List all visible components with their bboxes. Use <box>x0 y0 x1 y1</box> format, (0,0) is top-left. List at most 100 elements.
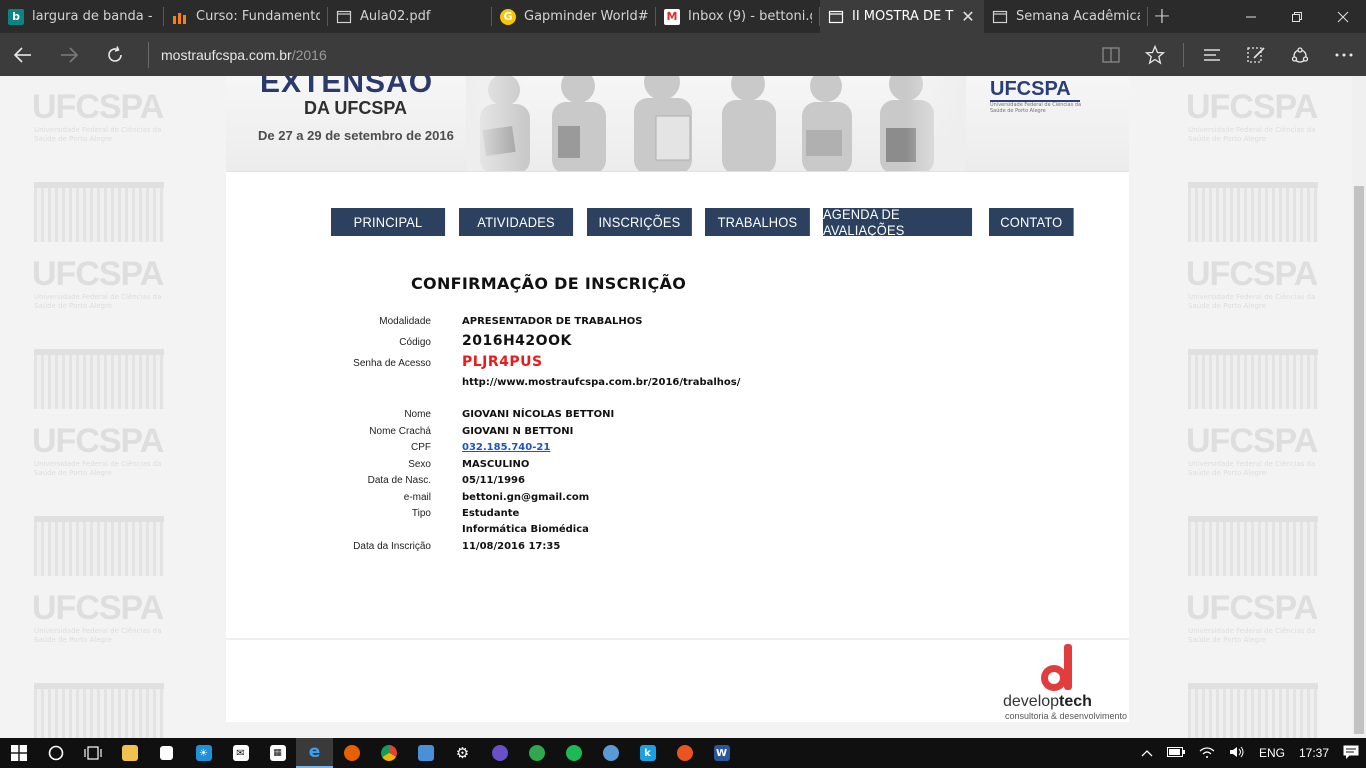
language-indicator[interactable]: ENG <box>1259 746 1285 760</box>
building-image <box>34 516 164 576</box>
mail-icon[interactable]: ✉ <box>222 738 259 768</box>
file-explorer-icon[interactable] <box>111 738 148 768</box>
favorite-star-icon[interactable] <box>1133 33 1177 76</box>
tab-semana[interactable]: Semana Acadêmica U <box>984 0 1148 33</box>
developtech-logo-icon <box>1041 644 1072 691</box>
label-tipo: Tipo <box>411 508 431 519</box>
menu-agenda-avaliacoes[interactable]: AGENDA DE AVALIAÇÕES <box>823 206 973 238</box>
vertical-scrollbar[interactable] <box>1352 76 1366 738</box>
battery-icon[interactable] <box>1166 746 1185 760</box>
restore-icon[interactable] <box>1274 0 1320 33</box>
tab-label: Gapminder World#$r <box>524 9 648 24</box>
app-blue-icon[interactable] <box>592 738 629 768</box>
tab-bing[interactable]: b largura de banda - Bi <box>0 0 164 33</box>
value-sexo: MASCULINO <box>462 459 530 470</box>
url-separator <box>148 41 149 68</box>
windows-start-icon[interactable] <box>0 738 37 768</box>
volume-icon[interactable] <box>1229 746 1245 761</box>
tab-label: Semana Acadêmica U <box>1016 9 1140 24</box>
spotify-icon[interactable] <box>555 738 592 768</box>
close-tab-icon[interactable]: ✕ <box>960 7 976 26</box>
edge-icon[interactable]: e <box>296 738 333 768</box>
tab-gapminder[interactable]: G Gapminder World#$r <box>492 0 656 33</box>
chrome-icon[interactable] <box>370 738 407 768</box>
students-photo <box>466 76 966 171</box>
web-note-icon[interactable] <box>1234 33 1278 76</box>
k-app-icon[interactable]: k <box>629 738 666 768</box>
developtech-brand[interactable]: developtech <box>1003 693 1092 711</box>
value-nasc: 05/11/1996 <box>462 475 525 486</box>
reading-view-icon[interactable] <box>1089 33 1133 76</box>
watermark-sub: Universidade Federal de Ciências da Saúd… <box>1188 627 1316 644</box>
tab-label: Inbox (9) - bettoni.gn <box>688 9 812 24</box>
tab-inbox[interactable]: M Inbox (9) - bettoni.gn <box>656 0 820 33</box>
watermark: UFCSPA Universidade Federal de Ciências d… <box>1186 243 1326 410</box>
word-icon[interactable]: W <box>703 738 740 768</box>
watermark-sub: Universidade Federal de Ciências da Saúd… <box>34 627 162 644</box>
firefox-icon[interactable] <box>333 738 370 768</box>
web-page: UFCSPA Universidade Federal de Ciências d… <box>0 76 1352 738</box>
moodle-icon <box>172 9 188 25</box>
banner-dates: De 27 a 29 de setembro de 2016 <box>258 128 454 143</box>
weather-icon[interactable]: ☀ <box>185 738 222 768</box>
url-path: /2016 <box>291 46 327 63</box>
brand-bold: tech <box>1059 693 1092 710</box>
refresh-icon[interactable] <box>92 33 138 76</box>
chevron-up-icon[interactable] <box>1141 746 1153 760</box>
action-center-icon[interactable] <box>1343 745 1359 762</box>
label-nome: Nome <box>404 409 431 420</box>
watermark: UFCSPA Universidade Federal de Ciências d… <box>32 76 172 243</box>
menu-trabalhos[interactable]: TRABALHOS <box>705 208 810 236</box>
tab-aula02[interactable]: Aula02.pdf <box>328 0 492 33</box>
row-inscricao: Data da Inscrição 11/08/2016 17:35 <box>226 541 1129 552</box>
cortana-icon[interactable] <box>37 738 74 768</box>
settings-gear-icon[interactable]: ⚙ <box>444 738 481 768</box>
building-image <box>1188 349 1318 409</box>
row-sexo: Sexo MASCULINO <box>226 459 1129 470</box>
url-field[interactable]: mostraufcspa.com.br/2016 <box>161 47 1089 63</box>
menu-atividades[interactable]: ATIVIDADES <box>459 208 574 236</box>
bing-icon: b <box>8 8 24 25</box>
watermark: UFCSPA Universidade Federal de Ciências d… <box>32 577 172 738</box>
gmail-icon: M <box>664 8 680 25</box>
main-menu: PRINCIPAL ATIVIDADES INSCRIÇÕES TRABALHO… <box>331 206 1085 238</box>
url-host: mostraufcspa.com.br <box>161 46 292 63</box>
xbox-icon[interactable] <box>518 738 555 768</box>
store-icon[interactable] <box>148 738 185 768</box>
forward-arrow-icon[interactable] <box>46 33 92 76</box>
close-window-icon[interactable] <box>1320 0 1366 33</box>
share-icon[interactable] <box>1278 33 1322 76</box>
watermark-column-right: UFCSPA Universidade Federal de Ciências d… <box>1186 76 1326 738</box>
value-cpf[interactable]: 032.185.740-21 <box>462 442 550 453</box>
brand-light: develop <box>1003 693 1060 710</box>
calendar-icon[interactable]: ▦ <box>259 738 296 768</box>
contacts-icon[interactable] <box>407 738 444 768</box>
value-curso: Informática Biomédica <box>462 524 589 535</box>
wifi-icon[interactable] <box>1199 746 1215 761</box>
tab-mostra[interactable]: II MOSTRA DE TR ✕ <box>820 0 984 33</box>
page-title: CONFIRMAÇÃO DE INSCRIÇÃO <box>411 274 687 293</box>
tab-strip: b largura de banda - Bi Curso: Fundament… <box>0 0 1366 33</box>
minimize-icon[interactable] <box>1228 0 1274 33</box>
row-senha: Senha de Acesso PLJR4PUS <box>226 354 1129 370</box>
back-arrow-icon[interactable] <box>0 33 46 76</box>
watermark: UFCSPA Universidade Federal de Ciências d… <box>32 243 172 410</box>
ubuntu-icon[interactable] <box>666 738 703 768</box>
app-purple-icon[interactable] <box>481 738 518 768</box>
task-view-icon[interactable] <box>74 738 111 768</box>
watermark-sub: Universidade Federal de Ciências da Saúd… <box>34 460 162 477</box>
value-tipo: Estudante <box>462 508 520 519</box>
row-modalidade: Modalidade APRESENTADOR DE TRABALHOS <box>226 316 1129 327</box>
building-image <box>1188 683 1318 738</box>
menu-principal[interactable]: PRINCIPAL <box>331 208 446 236</box>
menu-contato[interactable]: CONTATO <box>989 208 1074 236</box>
tab-curso[interactable]: Curso: Fundamentos <box>164 0 328 33</box>
clock[interactable]: 17:37 <box>1299 746 1329 760</box>
system-tray: ENG 17:37 <box>1134 738 1366 768</box>
new-tab-button[interactable]: + <box>1148 0 1176 33</box>
scrollbar-thumb[interactable] <box>1354 186 1364 734</box>
more-icon[interactable] <box>1322 33 1366 76</box>
toolbar-separator <box>1183 42 1184 67</box>
menu-inscricoes[interactable]: INSCRIÇÕES <box>587 208 692 236</box>
hub-icon[interactable] <box>1190 33 1234 76</box>
